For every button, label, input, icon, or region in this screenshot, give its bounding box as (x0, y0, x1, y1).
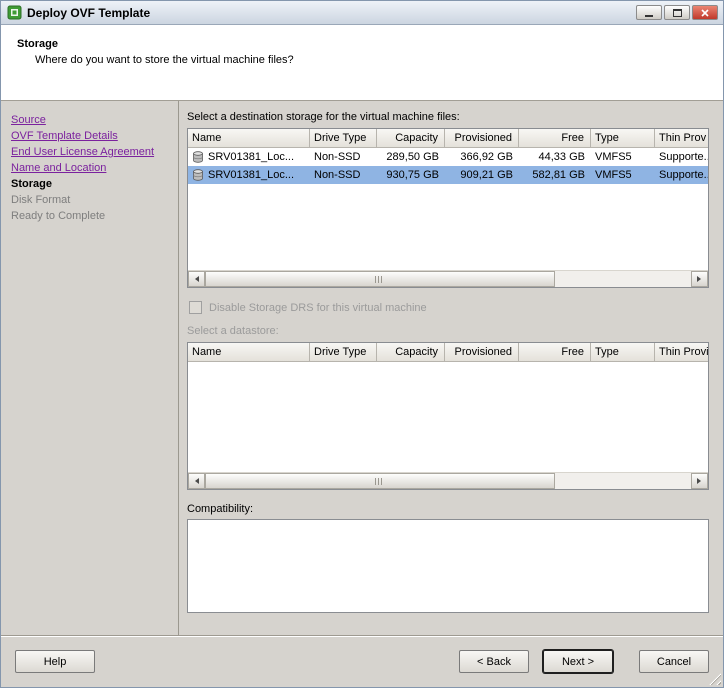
cancel-button[interactable]: Cancel (639, 650, 709, 673)
datastore-name: SRV01381_Loc... (208, 151, 294, 163)
column-header-free[interactable]: Free (519, 129, 591, 148)
window-title: Deploy OVF Template (27, 6, 636, 20)
disable-storage-drs-label: Disable Storage DRS for this virtual mac… (209, 302, 427, 314)
storage-list-body: SRV01381_Loc... Non-SSD 289,50 GB 366,92… (188, 148, 708, 270)
titlebar[interactable]: Deploy OVF Template (1, 1, 723, 25)
disable-storage-drs-checkbox[interactable]: Disable Storage DRS for this virtual mac… (189, 301, 709, 314)
destination-storage-list: Name Drive Type Capacity Provisioned Fre… (187, 128, 709, 288)
back-button[interactable]: < Back (459, 650, 529, 673)
next-button[interactable]: Next > (543, 650, 613, 673)
column-header-provisioned[interactable]: Provisioned (445, 343, 519, 362)
column-header-provisioned[interactable]: Provisioned (445, 129, 519, 148)
wizard-header: Storage Where do you want to store the v… (1, 25, 723, 101)
deploy-ovf-template-window: Deploy OVF Template Storage Where do you… (0, 0, 724, 688)
datastore-provisioned: 366,92 GB (445, 151, 519, 163)
storage-row-1[interactable]: SRV01381_Loc... Non-SSD 289,50 GB 366,92… (188, 148, 708, 166)
maximize-icon[interactable] (664, 5, 690, 20)
checkbox-icon (189, 301, 202, 314)
datastore-free: 44,33 GB (519, 151, 591, 163)
compatibility-box (187, 519, 709, 613)
datastore-drive-type: Non-SSD (310, 151, 377, 163)
sidebar-item-end-user-license-agreement[interactable]: End User License Agreement (11, 146, 172, 159)
minimize-icon[interactable] (636, 5, 662, 20)
column-header-type[interactable]: Type (591, 129, 655, 148)
datastore-thin-provisioning: Supporte... (655, 169, 708, 181)
window-controls (636, 5, 718, 20)
column-header-name[interactable]: Name (188, 129, 310, 148)
column-header-name[interactable]: Name (188, 343, 310, 362)
datastore-type: VMFS5 (591, 169, 655, 181)
compatibility-label: Compatibility: (187, 503, 709, 515)
resize-grip-icon[interactable] (708, 672, 721, 685)
help-button[interactable]: Help (15, 650, 95, 673)
sidebar-item-name-and-location[interactable]: Name and Location (11, 162, 172, 175)
scroll-right-icon[interactable] (691, 473, 708, 489)
wizard-body: Source OVF Template Details End User Lic… (1, 101, 723, 635)
sidebar-item-source[interactable]: Source (11, 114, 172, 127)
column-header-drive-type[interactable]: Drive Type (310, 343, 377, 362)
datastore-type: VMFS5 (591, 151, 655, 163)
datastore-free: 582,81 GB (519, 169, 591, 181)
storage-step-panel: Select a destination storage for the vir… (179, 101, 723, 635)
datastore-thin-provisioning: Supporte... (655, 151, 708, 163)
column-header-drive-type[interactable]: Drive Type (310, 129, 377, 148)
step-subtitle: Where do you want to store the virtual m… (35, 54, 723, 66)
step-title: Storage (17, 38, 723, 50)
scroll-left-icon[interactable] (188, 473, 205, 489)
column-header-capacity[interactable]: Capacity (377, 343, 445, 362)
wizard-steps-sidebar: Source OVF Template Details End User Lic… (1, 101, 179, 635)
datastore-list: Name Drive Type Capacity Provisioned Fre… (187, 342, 709, 490)
sidebar-item-disk-format: Disk Format (11, 194, 172, 207)
column-header-type[interactable]: Type (591, 343, 655, 362)
datastore-capacity: 289,50 GB (377, 151, 445, 163)
storage-list-header: Name Drive Type Capacity Provisioned Fre… (188, 129, 708, 148)
datastore-list-body (188, 362, 708, 472)
datastore-list-header: Name Drive Type Capacity Provisioned Fre… (188, 343, 708, 362)
scrollbar-track[interactable] (205, 473, 691, 489)
datastore-capacity: 930,75 GB (377, 169, 445, 181)
scrollbar-track[interactable] (205, 271, 691, 287)
select-datastore-label: Select a datastore: (187, 325, 709, 337)
column-header-capacity[interactable]: Capacity (377, 129, 445, 148)
close-icon[interactable] (692, 5, 718, 20)
sidebar-item-ovf-template-details[interactable]: OVF Template Details (11, 130, 172, 143)
scroll-left-icon[interactable] (188, 271, 205, 287)
sidebar-item-ready-to-complete: Ready to Complete (11, 210, 172, 223)
scrollbar-thumb[interactable] (205, 473, 555, 489)
wizard-footer: Help < Back Next > Cancel (1, 635, 723, 687)
datastore-disk-icon (192, 151, 204, 163)
datastore-provisioned: 909,21 GB (445, 169, 519, 181)
scroll-right-icon[interactable] (691, 271, 708, 287)
column-header-thin-provisioning[interactable]: Thin Provis (655, 343, 708, 362)
select-storage-label: Select a destination storage for the vir… (187, 111, 709, 123)
datastore-name: SRV01381_Loc... (208, 169, 294, 181)
column-header-free[interactable]: Free (519, 343, 591, 362)
datastore-disk-icon (192, 169, 204, 181)
storage-row-2-selected[interactable]: SRV01381_Loc... Non-SSD 930,75 GB 909,21… (188, 166, 708, 184)
scrollbar-thumb[interactable] (205, 271, 555, 287)
horizontal-scrollbar[interactable] (188, 472, 708, 489)
horizontal-scrollbar[interactable] (188, 270, 708, 287)
sidebar-item-storage: Storage (11, 178, 172, 191)
column-header-thin-provisioning[interactable]: Thin Prov (655, 129, 708, 148)
vsphere-app-icon (7, 5, 22, 20)
datastore-drive-type: Non-SSD (310, 169, 377, 181)
